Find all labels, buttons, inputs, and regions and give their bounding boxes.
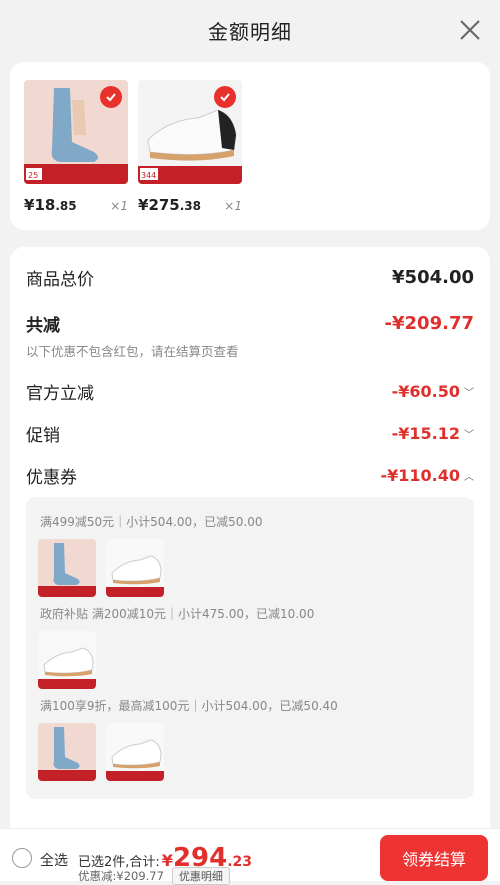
product-quantity: ×1 [224, 199, 242, 213]
promo-value: -¥15.12 [391, 424, 460, 443]
coupon-label: 优惠券 [26, 468, 77, 488]
chevron-down-icon: ﹀ [464, 430, 474, 441]
coupon-value: -¥110.40 [380, 466, 460, 485]
select-all-radio[interactable] [12, 848, 32, 868]
mini-product-shoes [106, 723, 164, 781]
chevron-down-icon: ﹀ [464, 388, 474, 399]
total-label: 商品总价 [26, 270, 94, 290]
reduce-label: 共减 [26, 316, 60, 336]
total-row: 商品总价 ¥504.00 [26, 265, 474, 290]
coupon-line: 满100享9折，最高减100元｜小计504.00，已减50.40 [40, 699, 338, 713]
close-icon[interactable] [458, 18, 482, 42]
reduce-value: -¥209.77 [384, 313, 474, 334]
price-decimal: .38 [179, 199, 202, 213]
currency-symbol: ¥ [24, 196, 35, 214]
coupon-detail-box: 满499减50元｜小计504.00，已减50.00 政府补贴 满200减10元｜… [26, 497, 474, 799]
details-card: 商品总价 ¥504.00 共减 -¥209.77 以下优惠不包含红包，请在结算页… [10, 247, 490, 867]
select-all-label[interactable]: 全选 [40, 850, 68, 870]
official-value: -¥60.50 [391, 382, 460, 401]
currency-symbol: ¥ [138, 196, 149, 214]
product-price: ¥ 275 .38 ×1 [138, 196, 242, 214]
reduce-note: 以下优惠不包含红包，请在结算页查看 [26, 344, 239, 359]
coupon-row[interactable]: 优惠券 -¥110.40 ︿ [26, 463, 474, 488]
official-row[interactable]: 官方立减 -¥60.50 ﹀ [26, 379, 474, 404]
products-card: 25 ¥ 18 .85 ×1 344 ¥ 275 .38 ×1 [10, 62, 490, 230]
promo-row[interactable]: 促销 -¥15.12 ﹀ [26, 421, 474, 446]
product-badge: 344 [141, 171, 156, 180]
product-badge: 25 [28, 171, 38, 180]
chevron-up-icon: ︿ [464, 472, 474, 483]
modal-header: 金额明细 [0, 0, 500, 60]
product-image-socks: 25 [24, 80, 128, 184]
price-integer: 275 [148, 196, 180, 214]
checkout-button[interactable]: 领券结算 [380, 835, 488, 881]
total-value: ¥504.00 [392, 267, 474, 288]
official-label: 官方立减 [26, 384, 94, 404]
product-item[interactable]: 25 ¥ 18 .85 ×1 [24, 80, 128, 214]
price-decimal: .85 [55, 199, 77, 213]
product-image-shoes: 344 [138, 80, 242, 184]
reduce-row: 共减 -¥209.77 [26, 311, 474, 336]
discount-detail-link[interactable]: 优惠明细 [171, 867, 230, 885]
product-quantity: ×1 [110, 199, 128, 213]
checkbox-checked-icon[interactable] [214, 86, 236, 108]
checkbox-checked-icon[interactable] [100, 86, 122, 108]
coupon-line: 满499减50元｜小计504.00，已减50.00 [40, 515, 263, 529]
mini-product-shoes [106, 539, 164, 597]
discount-summary: 优惠减:¥209.77 优惠明细 [78, 867, 230, 885]
promo-label: 促销 [26, 426, 60, 446]
product-item[interactable]: 344 ¥ 275 .38 ×1 [138, 80, 242, 214]
product-price: ¥ 18 .85 ×1 [24, 196, 128, 214]
mini-product-shoes [38, 631, 96, 689]
mini-product-socks [38, 539, 96, 597]
price-integer: 18 [34, 196, 56, 214]
mini-product-socks [38, 723, 96, 781]
discount-text: 优惠减:¥209.77 [78, 869, 164, 883]
page-title: 金额明细 [208, 19, 292, 44]
bottom-bar: 全选 已选2件,合计: ¥ 294 .23 优惠减:¥209.77 优惠明细 领… [0, 828, 500, 885]
total-decimal: .23 [227, 854, 253, 870]
coupon-line: 政府补贴 满200减10元｜小计475.00，已减10.00 [40, 607, 315, 621]
